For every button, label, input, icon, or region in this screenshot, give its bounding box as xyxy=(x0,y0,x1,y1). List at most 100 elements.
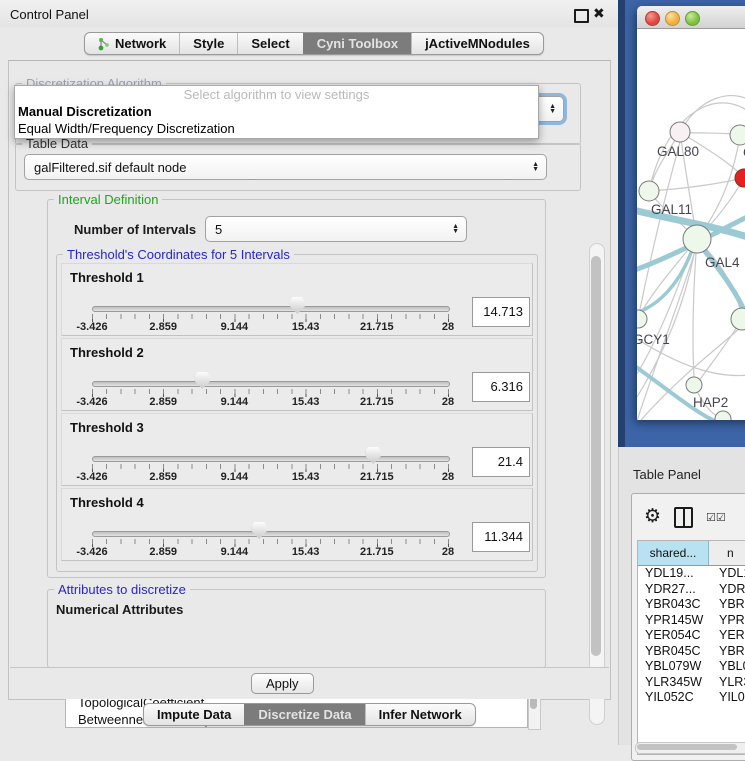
zoom-traffic-light-icon[interactable] xyxy=(685,11,700,26)
dropdown-option-manual[interactable]: Manual Discretization xyxy=(15,103,538,120)
thresholds-group: Threshold's Coordinates for 5 Intervals … xyxy=(56,254,538,572)
node-top-right[interactable] xyxy=(730,125,745,145)
threshold-4-slider-track[interactable] xyxy=(92,531,450,537)
threshold-2-value-field[interactable]: 6.316 xyxy=(472,372,530,402)
table-row[interactable]: YBR045CYBR0 xyxy=(638,644,745,660)
table-panel: Table Panel ⚙ ☑☑ shared... n YDL19...YDL… xyxy=(618,447,745,745)
right-column: GAL80 GAL11 GAL4 GCY1 HAP2 GA C H Table … xyxy=(618,0,745,745)
tab-style[interactable]: Style xyxy=(179,33,237,54)
node-gal11[interactable] xyxy=(639,181,659,201)
close-icon[interactable]: ✖ xyxy=(593,5,605,22)
dropdown-hint: Select algorithm to view settings xyxy=(15,86,538,103)
threshold-2-box: Threshold 2 -3.426 2.859 9.144 15.43 21.… xyxy=(61,338,533,411)
table-row[interactable]: YLR345WYLR3 xyxy=(638,675,745,691)
node-gcy1[interactable] xyxy=(637,310,647,328)
network-window-titlebar[interactable] xyxy=(637,6,745,29)
bottom-tabstrip: Impute Data Discretize Data Infer Networ… xyxy=(143,703,476,726)
column-header-shared[interactable]: shared... xyxy=(638,541,709,565)
table-row[interactable]: YBL079WYBL0 xyxy=(638,659,745,675)
node-hap2[interactable] xyxy=(686,377,702,393)
threshold-3-slider-track[interactable] xyxy=(92,456,450,462)
node-table: shared... n YDL19...YDL1 YDR27...YDR2 YB… xyxy=(637,540,745,755)
tab-jactivemnodules[interactable]: jActiveMNodules xyxy=(411,33,543,54)
apply-row: Apply xyxy=(10,667,609,699)
control-panel: Control Panel ✖ Network Style Select Cyn… xyxy=(0,0,619,745)
threshold-2-label: Threshold 2 xyxy=(70,345,144,360)
threshold-4-box: Threshold 4 -3.426 2.859 9.144 15.43 21.… xyxy=(61,488,533,561)
interval-definition-group: Interval Definition Number of Intervals … xyxy=(47,199,546,578)
thresholds-group-title: Threshold's Coordinates for 5 Intervals xyxy=(63,247,294,262)
threshold-1-slider-track[interactable] xyxy=(92,306,450,312)
network-view-window[interactable]: GAL80 GAL11 GAL4 GCY1 HAP2 GA C H xyxy=(637,6,745,420)
node-label: HAP2 xyxy=(693,395,728,410)
node-gal80[interactable] xyxy=(670,122,690,142)
node-label: GAL11 xyxy=(651,202,692,217)
network-graph: GAL80 GAL11 GAL4 GCY1 HAP2 GA C H xyxy=(637,29,745,420)
tab-select[interactable]: Select xyxy=(237,33,302,54)
gear-icon[interactable]: ⚙ xyxy=(644,507,661,527)
threshold-4-label: Threshold 4 xyxy=(70,495,144,510)
node-red-selected[interactable] xyxy=(735,169,745,187)
stepper-icon: ▲▼ xyxy=(532,162,539,172)
threshold-3-value-field[interactable]: 21.4 xyxy=(472,447,530,477)
threshold-1-label: Threshold 1 xyxy=(70,270,144,285)
num-intervals-combobox[interactable]: 5 ▲▼ xyxy=(205,216,467,242)
table-panel-title: Table Panel xyxy=(633,467,701,482)
table-panel-body: ⚙ ☑☑ shared... n YDL19...YDL1 YDR27...YD… xyxy=(631,493,745,761)
table-row[interactable]: YIL052CYIL0 xyxy=(638,690,745,706)
algorithm-dropdown-popup: Select algorithm to view settings Manual… xyxy=(14,85,539,139)
tab-cyni-toolbox[interactable]: Cyni Toolbox xyxy=(303,33,411,54)
attributes-group: Attributes to discretize Numerical Attri… xyxy=(47,589,546,668)
network-icon xyxy=(98,37,110,51)
interval-definition-title: Interval Definition xyxy=(54,192,162,207)
table-row[interactable]: YER054CYER0 xyxy=(638,628,745,644)
close-traffic-light-icon[interactable] xyxy=(645,11,660,26)
node-label: GCY1 xyxy=(637,332,670,347)
dropdown-option-equal-width[interactable]: Equal Width/Frequency Discretization xyxy=(15,120,538,137)
node-label: GAL4 xyxy=(705,255,740,270)
table-row[interactable]: YDL19...YDL1 xyxy=(638,566,745,582)
column-header-name[interactable]: n xyxy=(709,541,745,565)
table-horizontal-scrollbar[interactable] xyxy=(635,742,745,754)
node-bottom-partial[interactable] xyxy=(715,411,731,420)
node-gal4[interactable] xyxy=(683,225,711,253)
node-label: GAL80 xyxy=(657,144,699,159)
tab-impute-data[interactable]: Impute Data xyxy=(144,704,244,725)
checkbox-icons[interactable]: ☑☑ xyxy=(706,511,726,524)
float-window-icon[interactable] xyxy=(574,9,589,23)
attributes-group-title: Attributes to discretize xyxy=(54,582,190,597)
content-scrollbar[interactable] xyxy=(589,243,605,725)
stepper-icon: ▲▼ xyxy=(452,224,459,234)
apply-button[interactable]: Apply xyxy=(251,673,314,694)
table-row[interactable]: YDR27...YDR2 xyxy=(638,582,745,598)
table-data-combobox[interactable]: galFiltered.sif default node ▲▼ xyxy=(24,154,547,180)
network-canvas[interactable]: GAL80 GAL11 GAL4 GCY1 HAP2 GA C H xyxy=(637,29,745,420)
threshold-4-value-field[interactable]: 11.344 xyxy=(472,522,530,552)
cyni-toolbox-content: Discretization Algorithm ▲▼ Select algor… xyxy=(8,60,611,700)
cytoscape-desktop: GAL80 GAL11 GAL4 GCY1 HAP2 GA C H xyxy=(618,0,745,447)
threshold-1-value-field[interactable]: 14.713 xyxy=(472,297,530,327)
threshold-3-box: Threshold 3 -3.426 2.859 9.144 15.43 21.… xyxy=(61,413,533,486)
stepper-icon: ▲▼ xyxy=(549,104,556,114)
tab-discretize-data[interactable]: Discretize Data xyxy=(244,704,364,725)
table-data-group: Table Data galFiltered.sif default node … xyxy=(15,143,581,191)
table-header-row: shared... n xyxy=(638,541,745,566)
minimize-traffic-light-icon[interactable] xyxy=(665,11,680,26)
tab-network[interactable]: Network xyxy=(85,33,179,54)
num-intervals-label: Number of Intervals xyxy=(74,222,196,237)
table-row[interactable]: YPR145WYPR1 xyxy=(638,613,745,629)
threshold-3-label: Threshold 3 xyxy=(70,420,144,435)
top-tabstrip: Network Style Select Cyni Toolbox jActiv… xyxy=(84,32,544,55)
scrollbar-thumb[interactable] xyxy=(591,256,601,656)
numerical-attributes-header: Numerical Attributes xyxy=(56,602,183,617)
table-toolbar: ⚙ ☑☑ xyxy=(632,500,745,534)
tab-network-label: Network xyxy=(115,36,166,51)
threshold-2-slider-track[interactable] xyxy=(92,381,450,387)
threshold-1-box: Threshold 1 -3.426 2.859 9.144 15.43 21.… xyxy=(61,263,533,336)
table-row[interactable]: YBR043CYBR0 xyxy=(638,597,745,613)
tab-infer-network[interactable]: Infer Network xyxy=(365,704,475,725)
panel-title: Control Panel xyxy=(10,7,89,22)
control-panel-titlebar: Control Panel ✖ xyxy=(0,0,618,27)
column-layout-icon[interactable] xyxy=(674,507,693,528)
node-h[interactable] xyxy=(731,308,745,330)
